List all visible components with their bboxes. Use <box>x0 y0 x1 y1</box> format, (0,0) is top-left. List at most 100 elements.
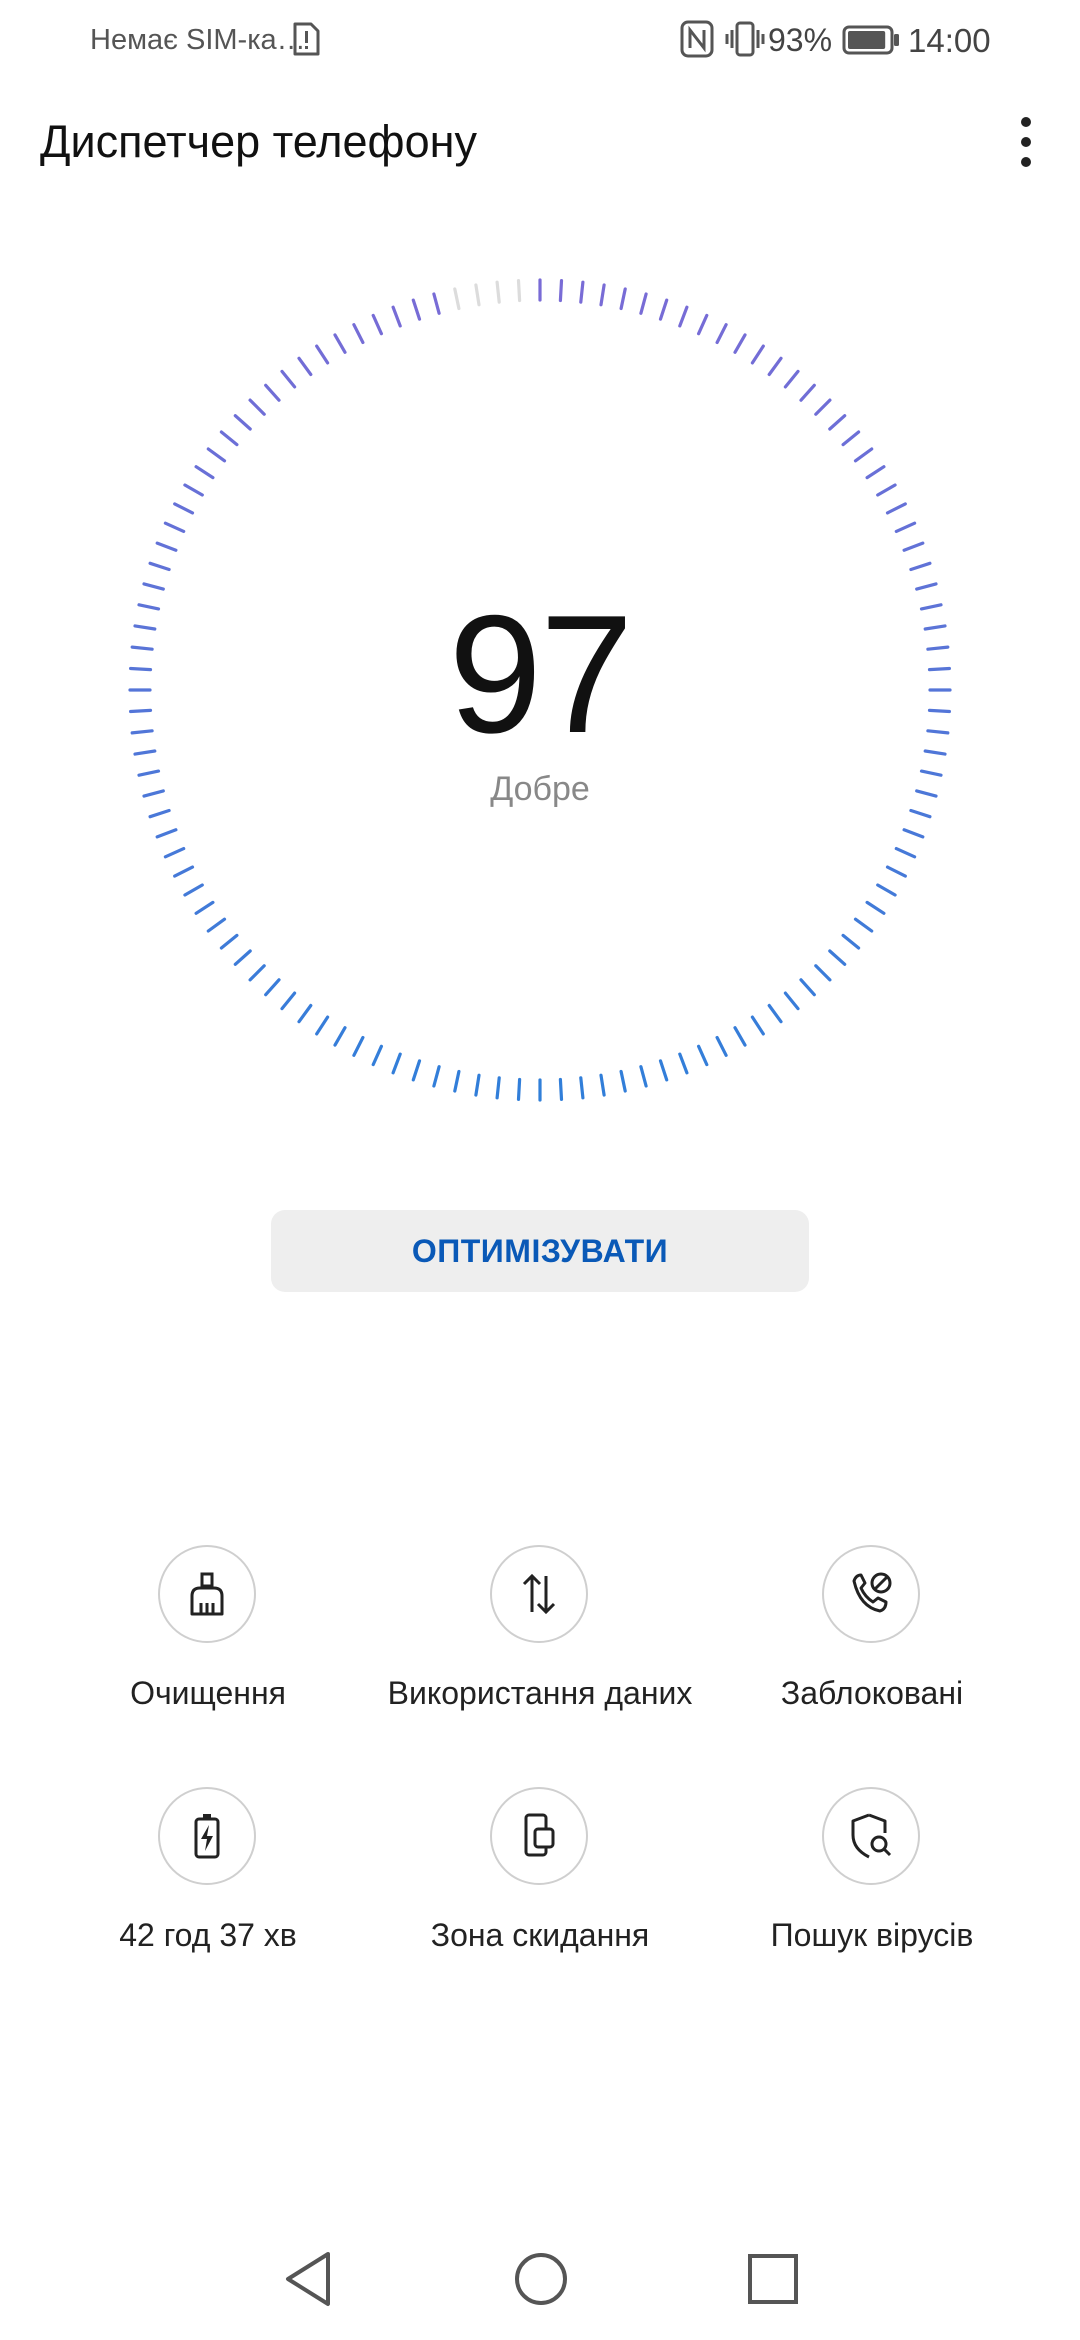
score-tick-empty <box>495 280 501 304</box>
tool-cleanup[interactable]: Очищення <box>48 1545 368 1735</box>
score-tick-filled <box>619 1069 627 1093</box>
score-tick-filled <box>297 1003 313 1024</box>
score-tick-filled <box>194 465 215 480</box>
dropzone-icon <box>490 1787 588 1885</box>
score-tick-filled <box>432 292 441 315</box>
tool-dropzone[interactable]: Зона скидання <box>380 1787 700 1977</box>
score-tick-filled <box>155 541 178 552</box>
score-tick-filled <box>841 430 861 447</box>
data-transfer-icon <box>490 1545 588 1643</box>
score-tick-filled <box>391 305 402 328</box>
score-tick-filled <box>432 1065 441 1088</box>
tool-label: Заблоковані <box>780 1675 964 1711</box>
score-tick-filled <box>639 1065 648 1088</box>
score-tick-empty <box>516 279 522 303</box>
score-tick-filled <box>183 483 204 497</box>
score-tick-filled <box>163 846 186 859</box>
battery-charging-icon <box>158 1787 256 1885</box>
score-tick-filled <box>352 323 365 345</box>
health-score: 97 <box>448 580 634 768</box>
score-tick-filled <box>750 1015 765 1036</box>
score-tick-filled <box>894 521 917 534</box>
tool-label: Використання даних <box>387 1675 693 1711</box>
score-tick-filled <box>148 561 171 572</box>
score-tick-empty <box>474 283 481 307</box>
score-tick-filled <box>767 356 783 377</box>
score-tick-filled <box>853 447 874 463</box>
score-tick-filled <box>297 356 313 377</box>
score-tick-filled <box>599 283 606 307</box>
score-tick-filled <box>783 369 800 389</box>
score-tick-filled <box>264 383 281 402</box>
score-tick-filled <box>767 1003 783 1024</box>
score-tick-filled <box>799 383 816 402</box>
score-tick-filled <box>148 808 171 819</box>
score-tick-filled <box>733 333 747 354</box>
score-tick-filled <box>248 398 266 416</box>
broom-icon <box>158 1545 256 1643</box>
score-tick-filled <box>639 292 648 315</box>
home-circle-icon[interactable] <box>513 2250 569 2313</box>
health-status-label: Добре <box>490 770 590 808</box>
score-tick-filled <box>799 978 816 997</box>
score-tick-filled <box>814 964 832 982</box>
score-tick-filled <box>885 502 907 515</box>
score-tick-filled <box>474 1073 481 1097</box>
tool-label: Очищення <box>130 1675 286 1711</box>
score-tick-filled <box>516 1077 522 1102</box>
score-tick-filled <box>678 1052 689 1075</box>
score-tick-filled <box>599 1073 606 1097</box>
score-tick-filled <box>183 883 204 897</box>
score-tick-filled <box>902 541 925 552</box>
score-tick-filled <box>579 1076 585 1100</box>
score-tick-filled <box>750 344 765 365</box>
score-tick-filled <box>658 1059 669 1082</box>
score-tick-filled <box>696 313 709 336</box>
tool-virus-scan[interactable]: Пошук вірусів <box>712 1787 1032 1977</box>
score-tick-filled <box>909 808 932 819</box>
score-tick-filled <box>865 465 886 480</box>
score-tick-filled <box>280 369 297 389</box>
score-tick-filled <box>558 279 564 303</box>
score-tick-filled <box>579 280 585 304</box>
back-triangle-icon[interactable] <box>282 2250 336 2313</box>
score-tick-filled <box>841 933 861 950</box>
score-tick-filled <box>206 917 227 933</box>
score-tick-filled <box>315 1015 330 1036</box>
score-tick-filled <box>915 582 938 591</box>
score-tick-filled <box>163 521 186 534</box>
score-tick-filled <box>391 1052 402 1075</box>
score-tick-filled <box>219 430 239 447</box>
tool-battery[interactable]: 42 год 37 хв <box>48 1787 368 1977</box>
score-tick-filled <box>333 1026 347 1047</box>
score-tick-filled <box>333 333 347 354</box>
blocked-call-icon <box>822 1545 920 1643</box>
score-tick-filled <box>206 447 227 463</box>
score-tick-filled <box>876 483 897 497</box>
tool-label: Пошук вірусів <box>770 1917 974 1953</box>
score-tick-filled <box>876 883 897 897</box>
score-tick-filled <box>371 1044 383 1067</box>
tool-blocked[interactable]: Заблоковані <box>712 1545 1032 1735</box>
score-tick-filled <box>902 828 925 839</box>
score-tick-filled <box>315 344 330 365</box>
tool-data-usage[interactable]: Використання даних <box>380 1545 700 1735</box>
recents-square-icon[interactable] <box>745 2250 801 2313</box>
tool-label: Зона скидання <box>430 1917 650 1953</box>
score-tick-filled <box>853 917 874 933</box>
score-tick-filled <box>173 865 195 878</box>
score-tick-filled <box>909 561 932 572</box>
score-tick-filled <box>678 305 689 328</box>
score-tick-filled <box>233 414 252 431</box>
score-tick-filled <box>828 414 847 431</box>
score-tick-filled <box>865 900 886 915</box>
score-tick-filled <box>783 991 800 1011</box>
score-tick-filled <box>280 991 297 1011</box>
score-tick-filled <box>248 964 266 982</box>
optimize-button[interactable]: ОПТИМІЗУВАТИ <box>271 1210 809 1292</box>
score-tick-filled <box>194 900 215 915</box>
score-tick-empty <box>453 287 461 311</box>
score-tick-filled <box>828 949 847 966</box>
score-tick-filled <box>219 933 239 950</box>
score-tick-filled <box>264 978 281 997</box>
